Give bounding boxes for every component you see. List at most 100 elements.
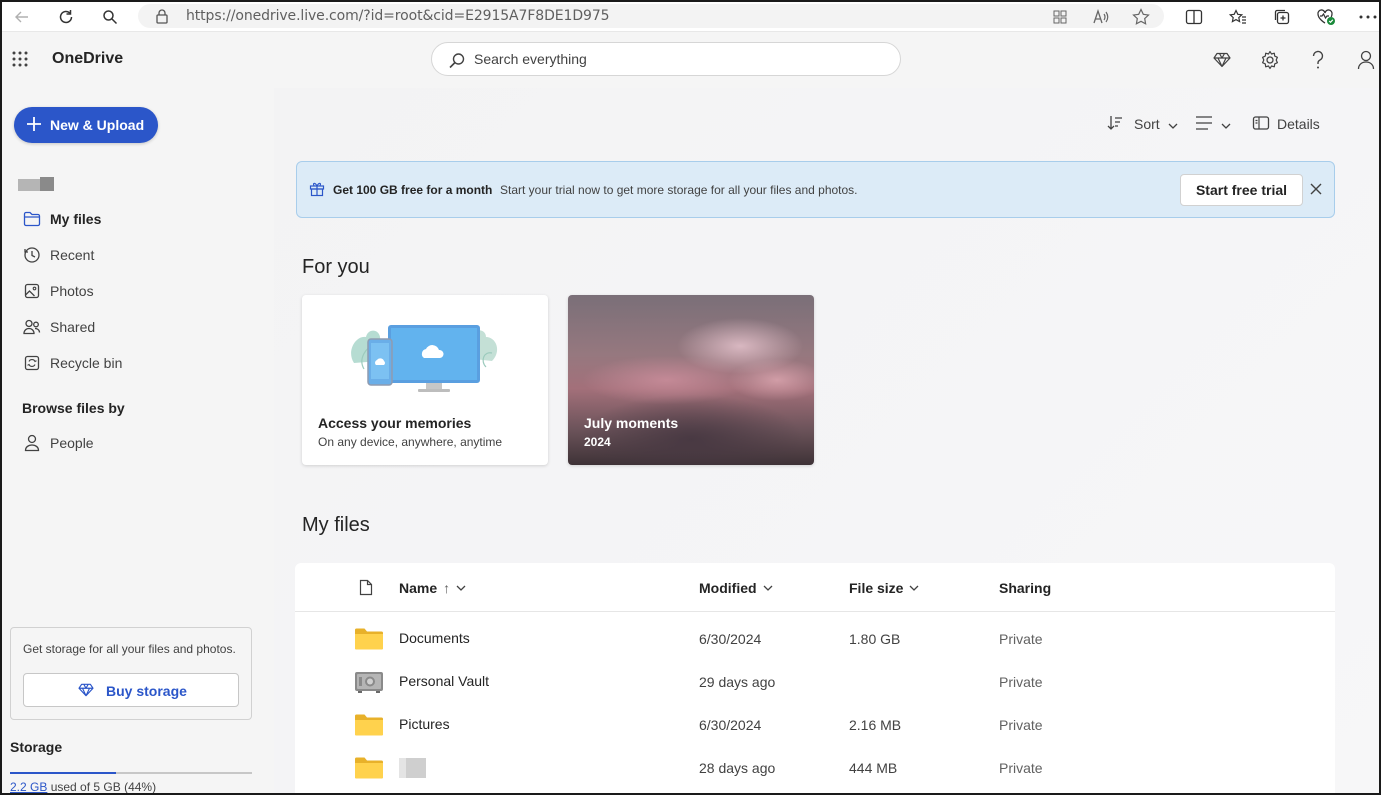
card-title: Access your memories bbox=[318, 415, 472, 431]
card-subtitle: 2024 bbox=[584, 435, 611, 449]
sidebar-item-recent[interactable]: Recent bbox=[22, 243, 262, 267]
lock-icon bbox=[155, 8, 169, 29]
chevron-down-icon bbox=[763, 585, 773, 591]
app-launcher-icon[interactable] bbox=[11, 50, 29, 73]
storage-progress-bar bbox=[10, 772, 252, 774]
column-header-file-size[interactable]: File size bbox=[849, 580, 919, 596]
sidebar-item-label: People bbox=[50, 435, 94, 451]
chevron-down-icon bbox=[456, 585, 466, 591]
account-icon[interactable] bbox=[1354, 48, 1378, 72]
sidebar-item-recycle-bin[interactable]: Recycle bin bbox=[22, 351, 262, 375]
people-icon bbox=[22, 317, 42, 337]
sort-button[interactable]: Sort bbox=[1106, 112, 1178, 136]
my-files-heading: My files bbox=[302, 514, 370, 536]
folder-icon bbox=[354, 714, 384, 741]
buy-storage-label: Buy storage bbox=[106, 683, 187, 699]
user-name-redacted-part bbox=[40, 177, 54, 191]
july-moments-card[interactable]: July moments 2024 bbox=[568, 295, 814, 465]
search-input[interactable] bbox=[474, 49, 874, 69]
memories-card[interactable]: Access your memories On any device, anyw… bbox=[302, 295, 548, 465]
file-name[interactable]: Personal Vault bbox=[399, 673, 489, 689]
sidebar-item-shared[interactable]: Shared bbox=[22, 315, 262, 339]
column-modified-label: Modified bbox=[699, 580, 757, 596]
file-size: 1.80 GB bbox=[849, 631, 901, 647]
file-type-icon[interactable] bbox=[359, 579, 373, 596]
table-row[interactable]: Documents 6/30/2024 1.80 GB Private bbox=[295, 616, 1335, 659]
refresh-icon[interactable] bbox=[54, 5, 78, 29]
browser-toolbar: https://onedrive.live.com/?id=root&cid=E… bbox=[2, 2, 1379, 32]
folder-icon bbox=[22, 209, 42, 229]
sidebar-item-photos[interactable]: Photos bbox=[22, 279, 262, 303]
storage-promo-text: Get storage for all your files and photo… bbox=[23, 642, 236, 656]
table-header: Name ↑ Modified File size Sharing bbox=[295, 563, 1335, 612]
storage-used-link[interactable]: 2.2 GB bbox=[10, 780, 47, 793]
collections-icon[interactable] bbox=[1270, 5, 1294, 29]
storage-promo-card: Get storage for all your files and photo… bbox=[10, 627, 252, 720]
address-bar[interactable]: https://onedrive.live.com/?id=root&cid=E… bbox=[138, 4, 1164, 28]
app-available-icon[interactable] bbox=[1050, 7, 1070, 27]
storage-usage-rest: used of 5 GB (44%) bbox=[47, 780, 157, 794]
sort-icon bbox=[1106, 114, 1124, 135]
file-name[interactable]: Documents bbox=[399, 630, 470, 646]
storage-progress-fill bbox=[10, 772, 117, 774]
table-row[interactable]: Pictures 6/30/2024 2.16 MB Private bbox=[295, 702, 1335, 745]
column-header-name[interactable]: Name ↑ bbox=[399, 580, 466, 596]
window: https://onedrive.live.com/?id=root&cid=E… bbox=[0, 0, 1381, 795]
files-table: Name ↑ Modified File size Sharing Docume… bbox=[295, 563, 1335, 793]
chevron-down-icon bbox=[910, 585, 919, 591]
devices-illustration bbox=[344, 315, 510, 400]
person-icon bbox=[22, 433, 42, 453]
list-view-icon bbox=[1195, 115, 1213, 133]
more-options-icon[interactable] bbox=[1356, 5, 1379, 29]
column-size-label: File size bbox=[849, 580, 904, 596]
premium-diamond-icon[interactable] bbox=[1210, 48, 1234, 72]
favorites-icon[interactable] bbox=[1226, 5, 1250, 29]
back-icon[interactable] bbox=[10, 5, 34, 29]
diamond-icon bbox=[78, 683, 94, 700]
file-sharing: Private bbox=[999, 717, 1043, 733]
url-text: https://onedrive.live.com/?id=root&cid=E… bbox=[186, 8, 610, 24]
start-free-trial-button[interactable]: Start free trial bbox=[1180, 174, 1303, 206]
favorite-star-icon[interactable] bbox=[1131, 7, 1151, 27]
split-screen-icon[interactable] bbox=[1182, 5, 1206, 29]
column-header-modified[interactable]: Modified bbox=[699, 580, 773, 596]
browse-files-by-heading: Browse files by bbox=[22, 400, 125, 416]
column-header-sharing[interactable]: Sharing bbox=[999, 580, 1051, 596]
file-name[interactable]: Pictures bbox=[399, 716, 450, 732]
buy-storage-button[interactable]: Buy storage bbox=[23, 673, 239, 707]
view-options-button[interactable] bbox=[1195, 112, 1231, 136]
close-icon[interactable] bbox=[1309, 182, 1323, 201]
file-modified: 29 days ago bbox=[699, 674, 776, 690]
gift-icon bbox=[309, 181, 325, 202]
sidebar-item-label: Recycle bin bbox=[50, 355, 123, 371]
app-header: OneDrive bbox=[2, 32, 1379, 88]
search-box[interactable] bbox=[431, 42, 901, 76]
new-upload-label: New & Upload bbox=[50, 117, 145, 133]
sort-ascending-icon: ↑ bbox=[443, 580, 451, 596]
table-row[interactable]: Personal Vault 29 days ago Private bbox=[295, 659, 1335, 702]
recycle-bin-icon bbox=[22, 353, 42, 373]
sidebar-item-label: My files bbox=[50, 211, 102, 227]
read-aloud-icon[interactable] bbox=[1091, 7, 1111, 27]
file-size: 444 MB bbox=[849, 760, 898, 776]
column-sharing-label: Sharing bbox=[999, 580, 1052, 596]
storage-usage-text: 2.2 GB used of 5 GB (44%) bbox=[10, 780, 157, 794]
banner-headline: Get 100 GB free for a month bbox=[333, 183, 493, 197]
sidebar-item-my-files[interactable]: My files bbox=[22, 207, 262, 231]
file-modified: 6/30/2024 bbox=[699, 717, 762, 733]
chevron-down-icon bbox=[1221, 116, 1231, 132]
sidebar-item-label: Shared bbox=[50, 319, 96, 335]
details-button[interactable]: Details bbox=[1252, 112, 1320, 136]
browser-essentials-icon[interactable] bbox=[1314, 5, 1338, 29]
sidebar-item-people[interactable]: People bbox=[22, 431, 262, 455]
new-upload-button[interactable]: New & Upload bbox=[14, 107, 158, 143]
search-icon[interactable] bbox=[98, 5, 122, 29]
settings-gear-icon[interactable] bbox=[1258, 48, 1282, 72]
help-icon[interactable] bbox=[1306, 48, 1330, 72]
details-label: Details bbox=[1277, 116, 1320, 132]
app-title[interactable]: OneDrive bbox=[52, 50, 123, 68]
banner-description: Start your trial now to get more storage… bbox=[500, 183, 858, 197]
table-row[interactable]: 28 days ago 444 MB Private bbox=[295, 745, 1335, 788]
folder-icon bbox=[354, 628, 384, 655]
chevron-down-icon bbox=[1168, 116, 1178, 132]
